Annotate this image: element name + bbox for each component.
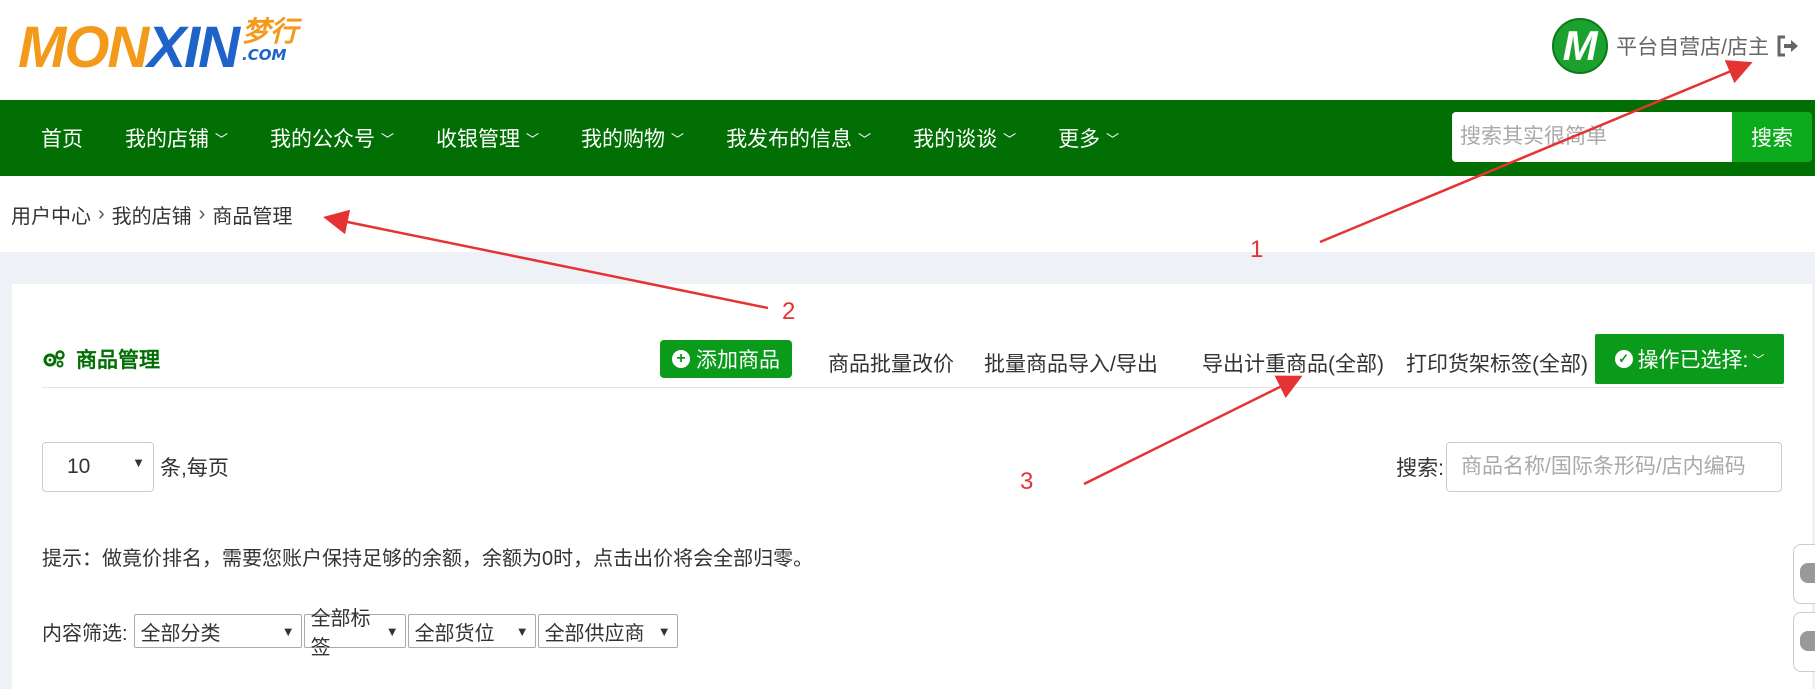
nav-label: 我的店铺	[125, 128, 209, 151]
page-size-label: 条,每页	[160, 457, 229, 480]
chevron-down-icon: ﹀	[526, 131, 540, 147]
nav-label: 我的公众号	[270, 128, 376, 151]
print-shelf-labels-link[interactable]: 打印货架标签(全部)	[1406, 348, 1588, 378]
page-size-value: 10	[67, 455, 91, 478]
monxin-logo[interactable]: MONXIN 梦行 .COM	[18, 18, 298, 78]
gears-icon	[43, 350, 65, 368]
add-product-label: 添加商品	[696, 349, 780, 372]
chat-bubble-icon	[1800, 563, 1815, 583]
content-filter: 内容筛选: 全部分类 ▼ 全部标签 ▼ 全部货位 ▼ 全部供应商 ▼	[42, 608, 680, 659]
logo-text-com: .COM	[242, 46, 287, 64]
logo-wordmark: MONXIN	[18, 15, 240, 80]
breadcrumb: 用户中心 › 我的店铺 › 商品管理	[11, 200, 292, 229]
logo-side: 梦行 .COM	[242, 18, 298, 63]
breadcrumb-bar: 用户中心 › 我的店铺 › 商品管理	[0, 176, 1815, 252]
nav-label: 更多	[1058, 128, 1101, 151]
nav-item-my-store[interactable]: 我的店铺 ﹀	[104, 123, 249, 153]
caret-down-icon: ▼	[132, 454, 145, 470]
nav-label: 我发布的信息	[726, 128, 853, 151]
nav-label: 首页	[41, 128, 83, 151]
side-chat-widget[interactable]	[1793, 544, 1815, 604]
panel-title-text: 商品管理	[76, 349, 160, 372]
nav-search: 搜索	[1452, 112, 1812, 162]
nav-search-button[interactable]: 搜索	[1732, 112, 1812, 162]
nav-item-cashier[interactable]: 收银管理 ﹀	[415, 123, 560, 153]
product-search-input[interactable]	[1446, 442, 1782, 492]
breadcrumb-separator: ›	[198, 203, 206, 225]
chevron-down-icon: ﹀	[1752, 352, 1765, 367]
nav-label: 我的谈谈	[913, 128, 998, 151]
annotation-label-1: 1	[1250, 236, 1264, 263]
nav-item-home[interactable]: 首页	[20, 123, 104, 153]
breadcrumb-my-store[interactable]: 我的店铺	[112, 200, 192, 229]
operate-selected-button[interactable]: ✓ 操作已选择: ﹀	[1595, 334, 1784, 384]
caret-down-icon: ▼	[515, 623, 529, 639]
plus-circle-icon: +	[672, 350, 690, 368]
nav-item-my-shopping[interactable]: 我的购物 ﹀	[560, 123, 705, 153]
chevron-down-icon: ﹀	[671, 131, 685, 147]
product-search-label: 搜索:	[1396, 457, 1444, 480]
breadcrumb-user-center[interactable]: 用户中心	[11, 200, 91, 229]
chevron-down-icon: ﹀	[1003, 131, 1017, 147]
filter-supplier-value: 全部供应商	[544, 622, 645, 645]
product-management-panel: 商品管理 + 添加商品 商品批量改价 批量商品导入/导出 导出计重商品(全部) …	[12, 284, 1812, 689]
add-product-button[interactable]: + 添加商品	[660, 340, 792, 378]
logo-text-cn: 梦行	[242, 15, 299, 48]
nav-items: 首页 我的店铺 ﹀ 我的公众号 ﹀ 收银管理 ﹀ 我的购物 ﹀ 我发布的信息 ﹀ 我的谈谈…	[20, 100, 1140, 176]
filter-category-value: 全部分类	[140, 622, 221, 645]
check-circle-icon: ✓	[1614, 350, 1633, 368]
page-size-control: 10 ▼ 条,每页	[42, 442, 229, 492]
filter-tag-value: 全部标签	[310, 608, 371, 659]
chevron-down-icon: ﹀	[215, 131, 229, 147]
nav-item-my-posts[interactable]: 我发布的信息 ﹀	[705, 123, 892, 153]
nav-label: 我的购物	[581, 128, 666, 151]
nav-item-my-talks[interactable]: 我的谈谈 ﹀	[892, 123, 1037, 153]
nav-item-more[interactable]: 更多 ﹀	[1037, 123, 1140, 153]
operate-selected-label: 操作已选择:	[1637, 349, 1749, 372]
breadcrumb-product-management: 商品管理	[212, 206, 293, 228]
panel-header: 商品管理 + 添加商品 商品批量改价 批量商品导入/导出 导出计重商品(全部) …	[42, 334, 1784, 388]
product-search: 搜索:	[1396, 442, 1782, 492]
main-navbar: 首页 我的店铺 ﹀ 我的公众号 ﹀ 收银管理 ﹀ 我的购物 ﹀ 我发布的信息 ﹀ 我的谈谈…	[0, 100, 1815, 176]
content-filter-label: 内容筛选:	[42, 622, 128, 645]
panel-title: 商品管理	[42, 344, 160, 374]
chevron-down-icon: ﹀	[381, 131, 395, 147]
bidding-hint: 提示：做竟价排名，需要您账户保持足够的余额，余额为0时，点击出价将会全部归零。	[42, 548, 814, 570]
side-phone-widget[interactable]	[1793, 612, 1815, 672]
logo-text-mon: MON	[18, 15, 149, 80]
logo-text-xin: XIN	[147, 15, 240, 80]
avatar[interactable]: M	[1552, 18, 1609, 74]
user-area: M 平台自营店/店主	[1552, 18, 1801, 74]
caret-down-icon: ▼	[657, 623, 671, 639]
filter-supplier-select[interactable]: 全部供应商 ▼	[537, 614, 678, 648]
top-header: MONXIN 梦行 .COM M 平台自营店/店主	[0, 0, 1815, 100]
nav-search-input[interactable]	[1452, 112, 1732, 162]
batch-import-export-link[interactable]: 批量商品导入/导出	[984, 348, 1158, 378]
breadcrumb-separator: ›	[98, 203, 105, 225]
filter-tag-select[interactable]: 全部标签 ▼	[303, 608, 406, 659]
filter-category-select[interactable]: 全部分类 ▼	[133, 614, 302, 648]
nav-item-my-official-account[interactable]: 我的公众号 ﹀	[249, 123, 415, 153]
phone-icon	[1800, 631, 1815, 651]
annotation-label-2: 2	[782, 298, 796, 325]
nav-label: 收银管理	[436, 128, 521, 151]
caret-down-icon: ▼	[385, 623, 399, 639]
filter-location-select[interactable]: 全部货位 ▼	[407, 614, 536, 648]
chevron-down-icon: ﹀	[858, 131, 872, 147]
export-weighted-products-link[interactable]: 导出计重商品(全部)	[1202, 348, 1384, 378]
logout-icon[interactable]	[1775, 33, 1801, 59]
caret-down-icon: ▼	[281, 623, 295, 639]
chevron-down-icon: ﹀	[1106, 131, 1120, 147]
filter-location-value: 全部货位	[414, 622, 495, 645]
annotation-label-3: 3	[1020, 468, 1034, 495]
batch-price-change-link[interactable]: 商品批量改价	[828, 348, 954, 378]
user-name-link[interactable]: 平台自营店/店主	[1616, 31, 1769, 61]
page-size-select[interactable]: 10 ▼	[42, 442, 154, 492]
